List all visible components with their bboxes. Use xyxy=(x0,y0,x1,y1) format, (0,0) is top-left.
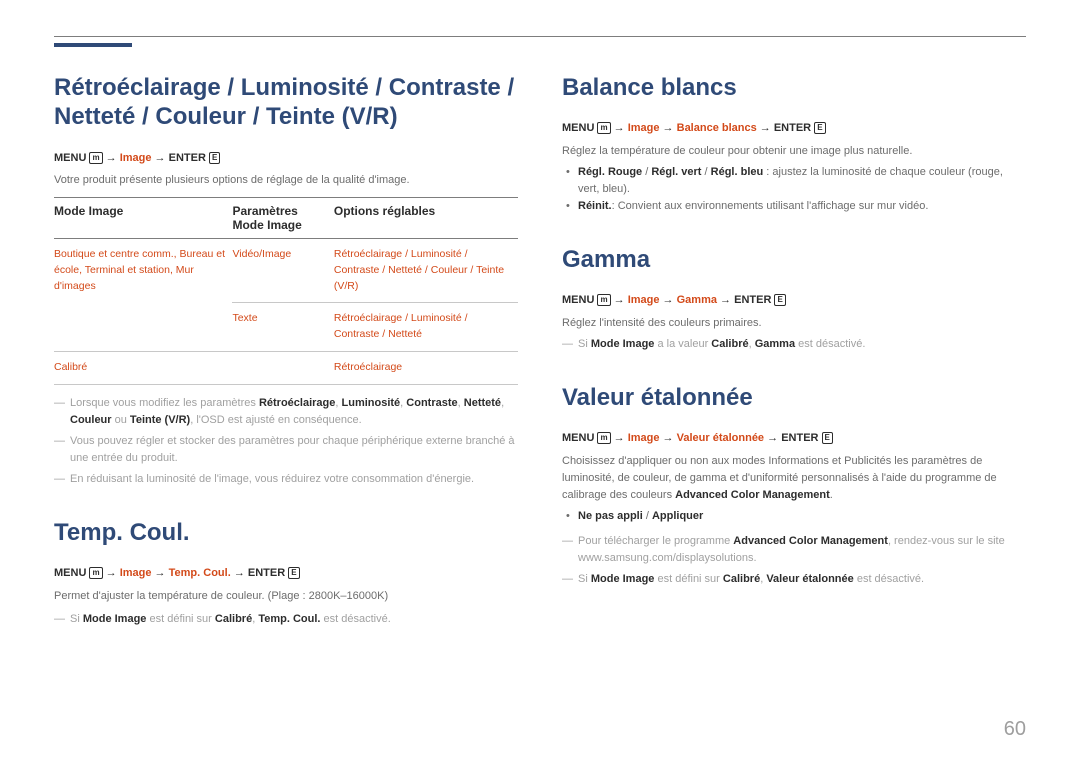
note-temp: Si Mode Image est défini sur Calibré, Te… xyxy=(70,611,518,628)
section-valeur-etalonnee: Valeur étalonnée MENU m → Image → Valeur… xyxy=(562,383,1026,588)
menu-path-valeur: MENU m → Image → Valeur étalonnée → ENTE… xyxy=(562,430,1026,447)
enter-icon: E xyxy=(288,567,299,579)
bullet-reinit: Réinit.: Convient aux environnements uti… xyxy=(578,198,1026,215)
menu-path-gamma: MENU m → Image → Gamma → ENTER E xyxy=(562,292,1026,309)
desc-gamma: Réglez l'intensité des couleurs primaire… xyxy=(562,315,1026,332)
note3: En réduisant la luminosité de l'image, v… xyxy=(70,471,518,488)
cell-param1: Vidéo/Image xyxy=(232,239,333,303)
section-balance-blancs: Balance blancs MENU m → Image → Balance … xyxy=(562,73,1026,215)
menu-path-temp: MENU m → Image → Temp. Coul. → ENTER E xyxy=(54,565,518,582)
th-mode-image: Mode Image xyxy=(54,198,232,239)
manual-page: Rétroéclairage / Luminosité / Contraste … xyxy=(0,0,1080,763)
heading-line2: Netteté / Couleur / Teinte (V/R) xyxy=(54,103,398,130)
right-column: Balance blancs MENU m → Image → Balance … xyxy=(562,73,1026,658)
heading-retroeclairage: Rétroéclairage / Luminosité / Contraste … xyxy=(54,73,518,132)
heading-gamma: Gamma xyxy=(562,245,1026,274)
bullet-apply: Ne pas appli / Appliquer xyxy=(578,508,1026,525)
note-gamma: Si Mode Image a la valeur Calibré, Gamma… xyxy=(578,336,1026,353)
cell-param3 xyxy=(232,351,333,384)
section-temp-coul: Temp. Coul. MENU m → Image → Temp. Coul.… xyxy=(54,518,518,628)
bullets-valeur: Ne pas appli / Appliquer xyxy=(562,508,1026,525)
desc-balance: Réglez la température de couleur pour ob… xyxy=(562,143,1026,160)
menu-icon: m xyxy=(597,294,610,306)
desc-retro: Votre produit présente plusieurs options… xyxy=(54,172,518,189)
heading-valeur: Valeur étalonnée xyxy=(562,383,1026,412)
enter-icon: E xyxy=(209,152,220,164)
section-retroeclairage: Rétroéclairage / Luminosité / Contraste … xyxy=(54,73,518,488)
notes-valeur: Pour télécharger le programme Advanced C… xyxy=(562,533,1026,588)
two-column-layout: Rétroéclairage / Luminosité / Contraste … xyxy=(54,73,1026,658)
menu-step-image: Image xyxy=(120,152,152,164)
page-number: 60 xyxy=(1004,718,1026,741)
options-table: Mode Image Paramètres Mode Image Options… xyxy=(54,197,518,385)
bullet-rgb: Régl. Rouge / Régl. vert / Régl. bleu : … xyxy=(578,164,1026,198)
note-download: Pour télécharger le programme Advanced C… xyxy=(578,533,1026,567)
cell-opts3: Rétroéclairage xyxy=(334,351,518,384)
menu-path-retro: MENU m → Image → ENTER E xyxy=(54,150,518,167)
notes-temp: Si Mode Image est défini sur Calibré, Te… xyxy=(54,611,518,628)
heading-balance: Balance blancs xyxy=(562,73,1026,102)
desc-valeur: Choisissez d'appliquer ou non aux modes … xyxy=(562,453,1026,504)
note2: Vous pouvez régler et stocker des paramè… xyxy=(70,433,518,467)
enter-icon: E xyxy=(814,122,825,134)
heading-line1: Rétroéclairage / Luminosité / Contraste … xyxy=(54,74,514,101)
th-options: Options réglables xyxy=(334,198,518,239)
section-gamma: Gamma MENU m → Image → Gamma → ENTER E R… xyxy=(562,245,1026,353)
enter-label: ENTER xyxy=(169,152,209,164)
enter-icon: E xyxy=(822,432,833,444)
left-column: Rétroéclairage / Luminosité / Contraste … xyxy=(54,73,518,658)
menu-icon: m xyxy=(597,122,610,134)
cell-param2: Texte xyxy=(232,303,333,352)
menu-icon: m xyxy=(89,152,102,164)
bullets-balance: Régl. Rouge / Régl. vert / Régl. bleu : … xyxy=(562,164,1026,215)
menu-icon: m xyxy=(89,567,102,579)
cell-mode3: Calibré xyxy=(54,351,232,384)
table-row: Calibré Rétroéclairage xyxy=(54,351,518,384)
cell-opts1: Rétroéclairage / Luminosité / Contraste … xyxy=(334,239,518,303)
notes-gamma: Si Mode Image a la valeur Calibré, Gamma… xyxy=(562,336,1026,353)
menu-icon: m xyxy=(597,432,610,444)
top-rule xyxy=(54,36,1026,37)
arrow: → xyxy=(152,152,169,164)
note-disabled: Si Mode Image est défini sur Calibré, Va… xyxy=(578,571,1026,588)
cell-mode1: Boutique et centre comm., Bureau et écol… xyxy=(54,239,232,352)
notes-retro: Lorsque vous modifiez les paramètres Rét… xyxy=(54,395,518,488)
note1: Lorsque vous modifiez les paramètres Rét… xyxy=(70,395,518,429)
cell-opts2: Rétroéclairage / Luminosité / Contraste … xyxy=(334,303,518,352)
th-parametres: Paramètres Mode Image xyxy=(232,198,333,239)
enter-icon: E xyxy=(774,294,785,306)
menu-path-balance: MENU m → Image → Balance blancs → ENTER … xyxy=(562,120,1026,137)
table-row: Boutique et centre comm., Bureau et écol… xyxy=(54,239,518,303)
desc-temp: Permet d'ajuster la température de coule… xyxy=(54,588,518,605)
menu-label: MENU xyxy=(54,152,89,164)
accent-bar xyxy=(54,43,132,47)
arrow: → xyxy=(103,152,120,164)
heading-temp-coul: Temp. Coul. xyxy=(54,518,518,547)
